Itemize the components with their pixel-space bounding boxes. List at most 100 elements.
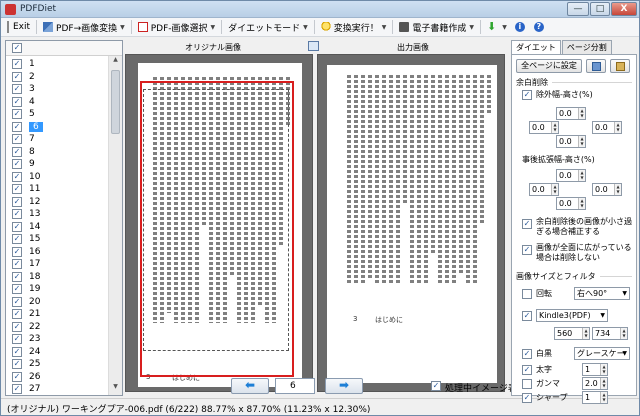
device-preset-checkbox[interactable]: ✓ [522, 311, 532, 321]
page-checkbox[interactable]: ✓ [12, 146, 22, 157]
list-item[interactable]: ✓ 20 [6, 296, 109, 308]
list-item[interactable]: ✓ 22 [6, 321, 109, 333]
spinner-icon[interactable]: ▲ ▼ [551, 184, 558, 195]
page-checkbox[interactable]: ✓ [12, 309, 22, 319]
rotate-checkbox[interactable]: ✓ [522, 289, 532, 299]
page-checkbox[interactable]: ✓ [12, 196, 22, 207]
minimize-button[interactable]: — [567, 2, 589, 16]
list-item[interactable]: ✓ 15 [6, 233, 109, 245]
margin-bottom-input[interactable]: 0.0 ▲ ▼ [556, 135, 586, 148]
page-checkbox[interactable]: ✓ [12, 71, 22, 82]
list-item[interactable]: ✓ 11 [6, 183, 109, 195]
list-item[interactable]: ✓ 23 [6, 333, 109, 345]
ebook-create-menu[interactable]: 電子書籍作成 ▼ [395, 19, 478, 36]
list-item[interactable]: ✓ 1 [6, 58, 109, 70]
expand-bottom-input[interactable]: 0.0 ▲ ▼ [556, 197, 586, 210]
page-checkbox[interactable]: ✓ [12, 96, 22, 107]
list-item[interactable]: ✓ 2 [6, 71, 109, 83]
tab-diet[interactable]: ダイエット [511, 40, 561, 55]
gamma-input[interactable]: 2.0 ▲ ▼ [582, 377, 608, 390]
list-item[interactable]: ✓ 12 [6, 196, 109, 208]
spinner-icon[interactable]: ▲ ▼ [582, 328, 589, 339]
show-processing-checkbox[interactable]: ✓ [431, 381, 441, 391]
page-checkbox[interactable]: ✓ [12, 271, 22, 282]
margin-right-input[interactable]: 0.0 ▲ ▼ [592, 121, 622, 134]
spinner-icon[interactable]: ▲ ▼ [614, 184, 621, 195]
copy-settings-button[interactable] [586, 59, 606, 73]
spinner-icon[interactable]: ▲ ▼ [578, 136, 585, 147]
run-convert-menu[interactable]: 変換実行！ ▼ [317, 19, 391, 36]
pdf-image-select-menu[interactable]: PDF-画像選択 ▼ [134, 19, 219, 36]
select-all-checkbox[interactable]: ✓ [12, 43, 22, 53]
spinner-icon[interactable]: ▲ ▼ [578, 198, 585, 209]
spinner-icon[interactable]: ▲ ▼ [578, 170, 585, 181]
list-item[interactable]: ✓ 27 [6, 383, 109, 395]
list-item[interactable]: ✓ 10 [6, 171, 109, 183]
grid-toggle-icon[interactable] [308, 41, 319, 51]
page-checkbox[interactable]: ✓ [12, 284, 22, 294]
paste-settings-button[interactable] [610, 59, 630, 73]
list-item[interactable]: ✓ 26 [6, 371, 109, 383]
spinner-icon[interactable]: ▲ ▼ [600, 378, 607, 389]
width-input[interactable]: 560 ▲ ▼ [554, 327, 590, 340]
page-checkbox[interactable]: ✓ [12, 159, 22, 169]
expand-top-input[interactable]: 0.0 ▲ ▼ [556, 169, 586, 182]
page-checkbox[interactable]: ✓ [12, 371, 22, 382]
list-item[interactable]: ✓ 5 [6, 108, 109, 120]
spinner-icon[interactable]: ▲ ▼ [620, 328, 627, 339]
list-item[interactable]: ✓ 4 [6, 96, 109, 108]
page-number-input[interactable]: 6 [275, 378, 315, 394]
height-input[interactable]: 734 ▲ ▼ [592, 327, 628, 340]
page-checkbox[interactable]: ✓ [12, 334, 22, 344]
prev-page-button[interactable]: ⬅ [231, 378, 269, 394]
bold-input[interactable]: 1 ▲ ▼ [582, 363, 608, 376]
rotate-select[interactable]: 右へ90° ▼ [574, 287, 630, 300]
list-item[interactable]: ✓ 17 [6, 258, 109, 270]
help-button[interactable]: ? [532, 19, 549, 36]
page-checkbox[interactable]: ✓ [12, 171, 22, 182]
list-item[interactable]: ✓ 8 [6, 146, 109, 158]
list-item[interactable]: ✓ 14 [6, 221, 109, 233]
exit-menu[interactable]: Exit [3, 19, 34, 36]
page-checkbox[interactable]: ✓ [12, 246, 22, 257]
sharpen-input[interactable]: 1 ▲ ▼ [582, 391, 608, 404]
gamma-checkbox[interactable]: ✓ [522, 379, 532, 389]
list-item[interactable]: ✓ 18 [6, 271, 109, 283]
page-checkbox[interactable]: ✓ [12, 346, 22, 357]
page-checkbox[interactable]: ✓ [12, 209, 22, 219]
list-item[interactable]: ✓ 7 [6, 133, 109, 145]
page-checkbox[interactable]: ✓ [12, 134, 22, 144]
scroll-down-icon[interactable]: ▼ [109, 383, 122, 395]
margin-top-input[interactable]: 0.0 ▲ ▼ [556, 107, 586, 120]
list-item[interactable]: ✓ 24 [6, 346, 109, 358]
page-checkbox[interactable]: ✓ [12, 259, 22, 269]
maximize-button[interactable]: □ [590, 2, 610, 16]
list-item[interactable]: ✓ 9 [6, 158, 109, 170]
full-image-no-delete-checkbox[interactable]: ✓ [522, 245, 532, 255]
spinner-icon[interactable]: ▲ ▼ [614, 122, 621, 133]
page-list-scrollbar[interactable]: ▲ ▼ [108, 56, 122, 395]
close-button[interactable]: X [611, 2, 637, 16]
spinner-icon[interactable]: ▲ ▼ [600, 364, 607, 375]
list-item[interactable]: ✓ 13 [6, 208, 109, 220]
page-checkbox[interactable]: ✓ [12, 221, 22, 232]
spinner-icon[interactable]: ▲ ▼ [578, 108, 585, 119]
original-pane[interactable]: 3 はじめに [125, 54, 313, 392]
list-item[interactable]: ✓ 16 [6, 246, 109, 258]
page-checkbox[interactable]: ✓ [12, 384, 22, 394]
list-item[interactable]: ✓ 3 [6, 83, 109, 95]
device-preset-select[interactable]: Kindle3(PDF) ▼ [536, 309, 608, 322]
page-checkbox[interactable]: ✓ [12, 84, 22, 94]
spinner-icon[interactable]: ▲ ▼ [600, 392, 607, 403]
page-checkbox[interactable]: ✓ [12, 184, 22, 194]
expand-left-input[interactable]: 0.0 ▲ ▼ [529, 183, 559, 196]
spinner-icon[interactable]: ▲ ▼ [551, 122, 558, 133]
download-menu[interactable]: ⬇ ▼ [483, 19, 511, 36]
pdf-to-image-menu[interactable]: PDF→画像変換 ▼ [39, 19, 129, 36]
scrollbar-thumb[interactable] [111, 70, 120, 134]
page-checkbox[interactable]: ✓ [12, 59, 22, 69]
page-checkbox[interactable]: ✓ [12, 296, 22, 307]
info-button[interactable]: i [511, 19, 532, 36]
margin-removal-checkbox[interactable]: ✓ [522, 90, 532, 100]
sharpen-checkbox[interactable]: ✓ [522, 393, 532, 403]
